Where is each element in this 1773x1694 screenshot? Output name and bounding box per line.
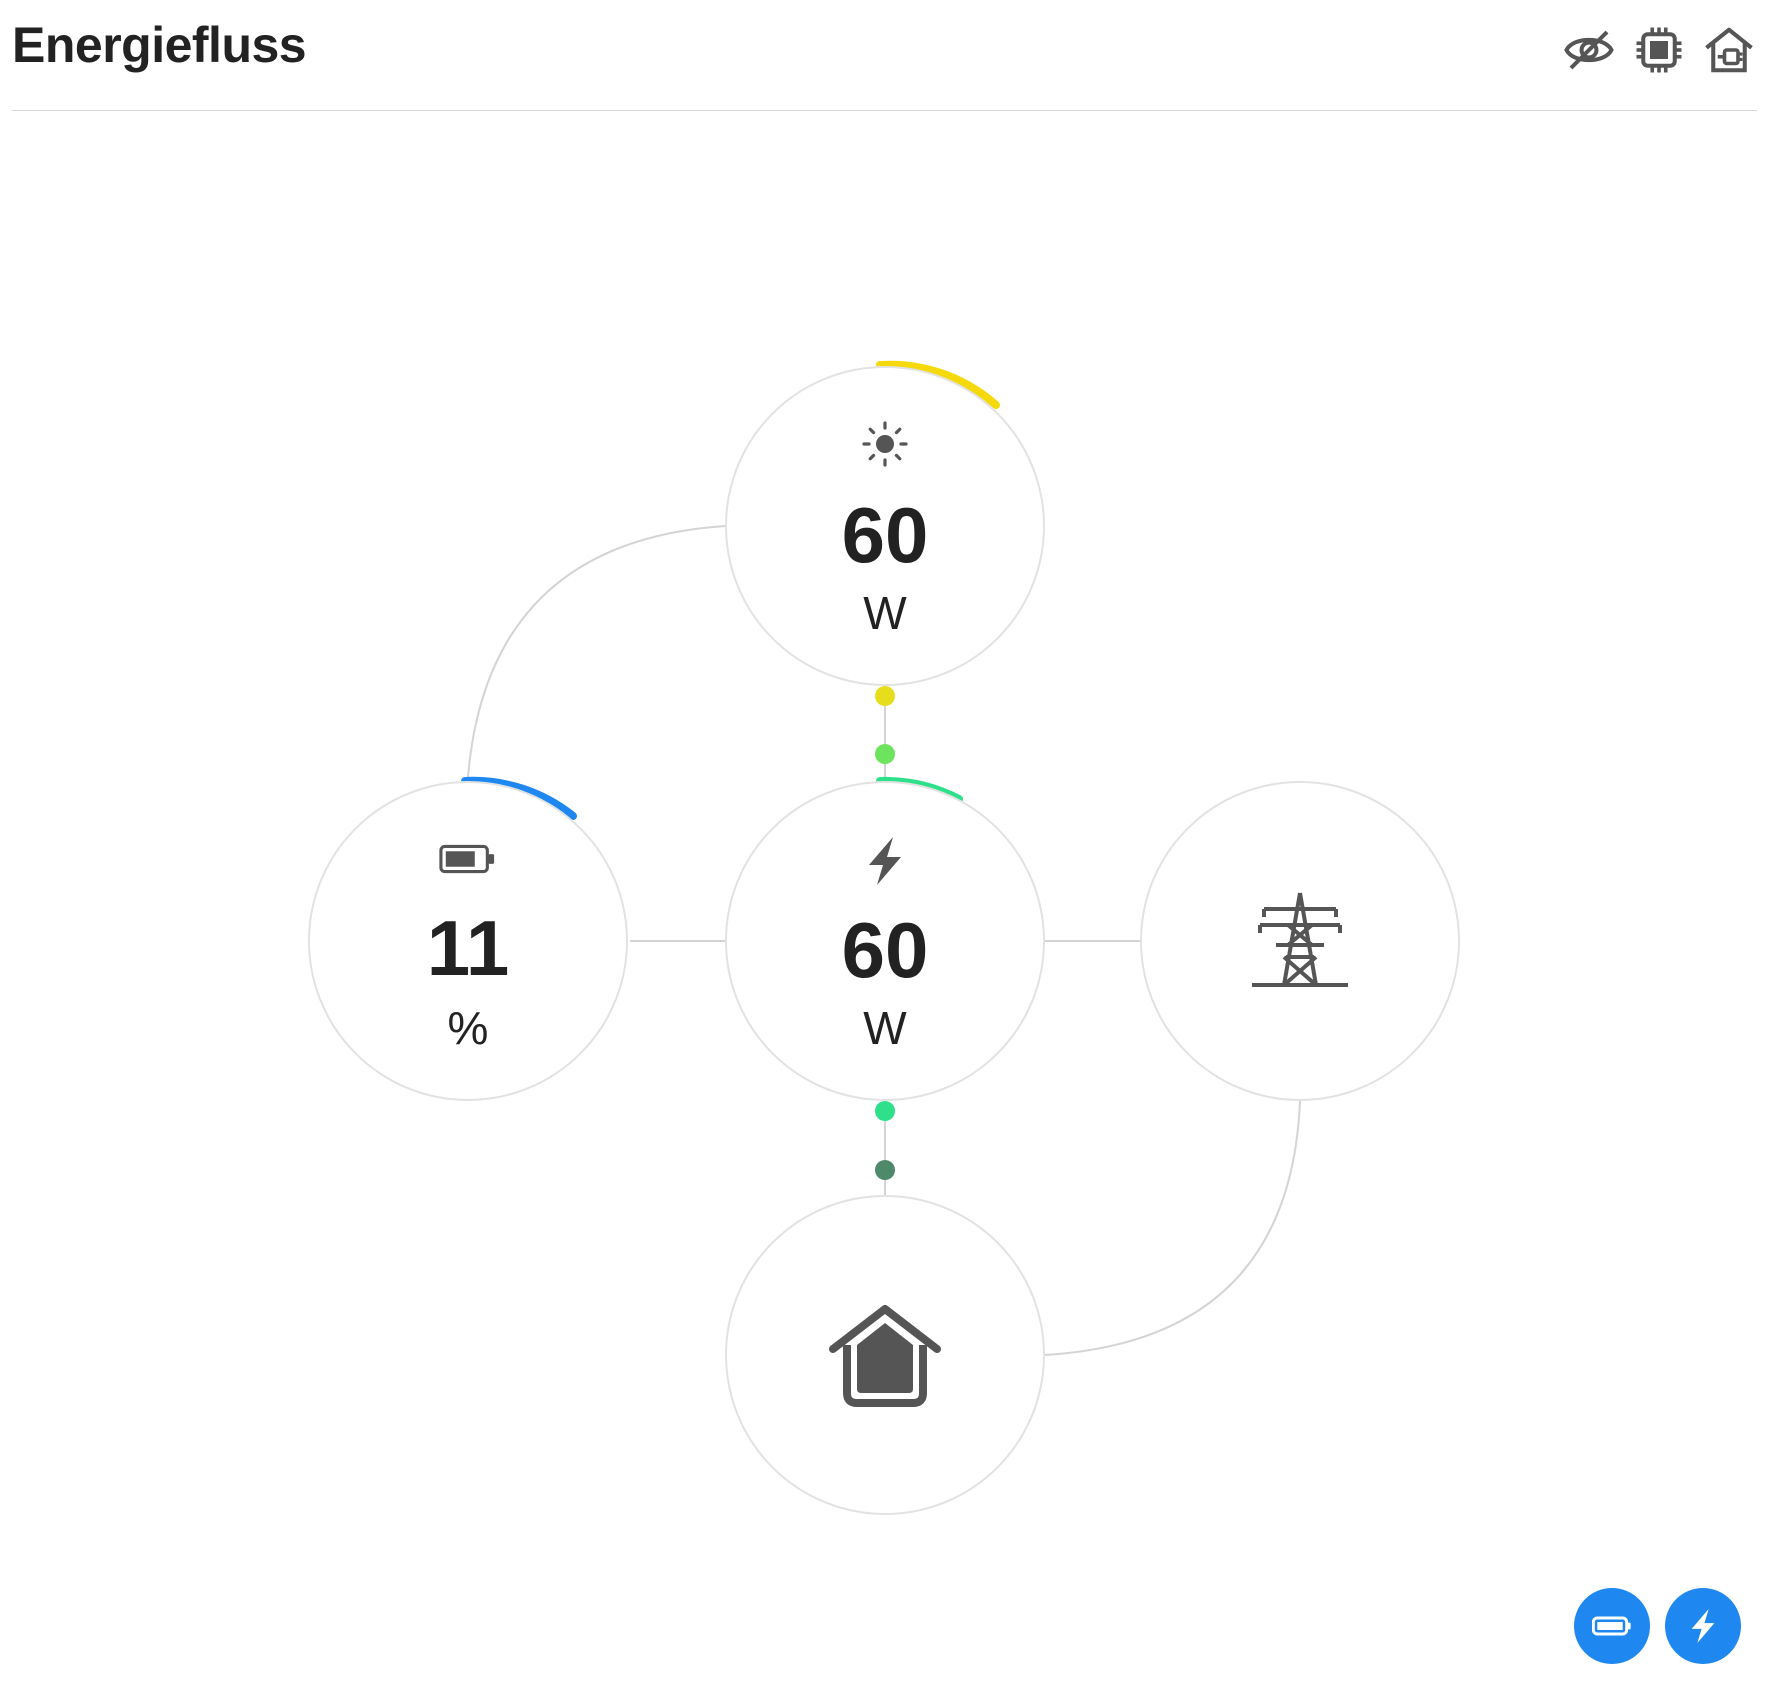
solar-power-unit: W xyxy=(863,587,907,639)
house-node[interactable] xyxy=(725,1195,1045,1515)
solar-node[interactable]: 60 W xyxy=(725,366,1045,686)
inverter-power-unit: W xyxy=(863,1002,907,1054)
power-tower-icon xyxy=(1252,892,1348,987)
battery-node[interactable]: 11 % xyxy=(308,781,628,1101)
sun-icon xyxy=(862,421,908,467)
solar-battery-line xyxy=(467,525,726,778)
inverter-power-value: 60 xyxy=(841,906,929,994)
inverter-node[interactable]: 60 W xyxy=(725,781,1045,1101)
house-icon xyxy=(829,1305,941,1407)
grid-node[interactable] xyxy=(1140,781,1460,1101)
flow-dot xyxy=(875,1101,895,1121)
lightning-icon xyxy=(869,837,901,885)
battery-icon xyxy=(1592,1616,1631,1636)
battery-icon xyxy=(439,844,495,874)
flow-dot xyxy=(875,744,895,764)
battery-fab-button[interactable] xyxy=(1574,1588,1650,1664)
lightning-fab-button[interactable] xyxy=(1665,1588,1741,1664)
flow-dot xyxy=(875,1160,895,1180)
solar-power-value: 60 xyxy=(841,491,929,579)
battery-level-unit: % xyxy=(447,1002,489,1054)
grid-house-line xyxy=(1044,1100,1301,1356)
lightning-icon xyxy=(1691,1609,1715,1643)
battery-level-value: 11 xyxy=(426,904,510,992)
flow-dot xyxy=(875,686,895,706)
